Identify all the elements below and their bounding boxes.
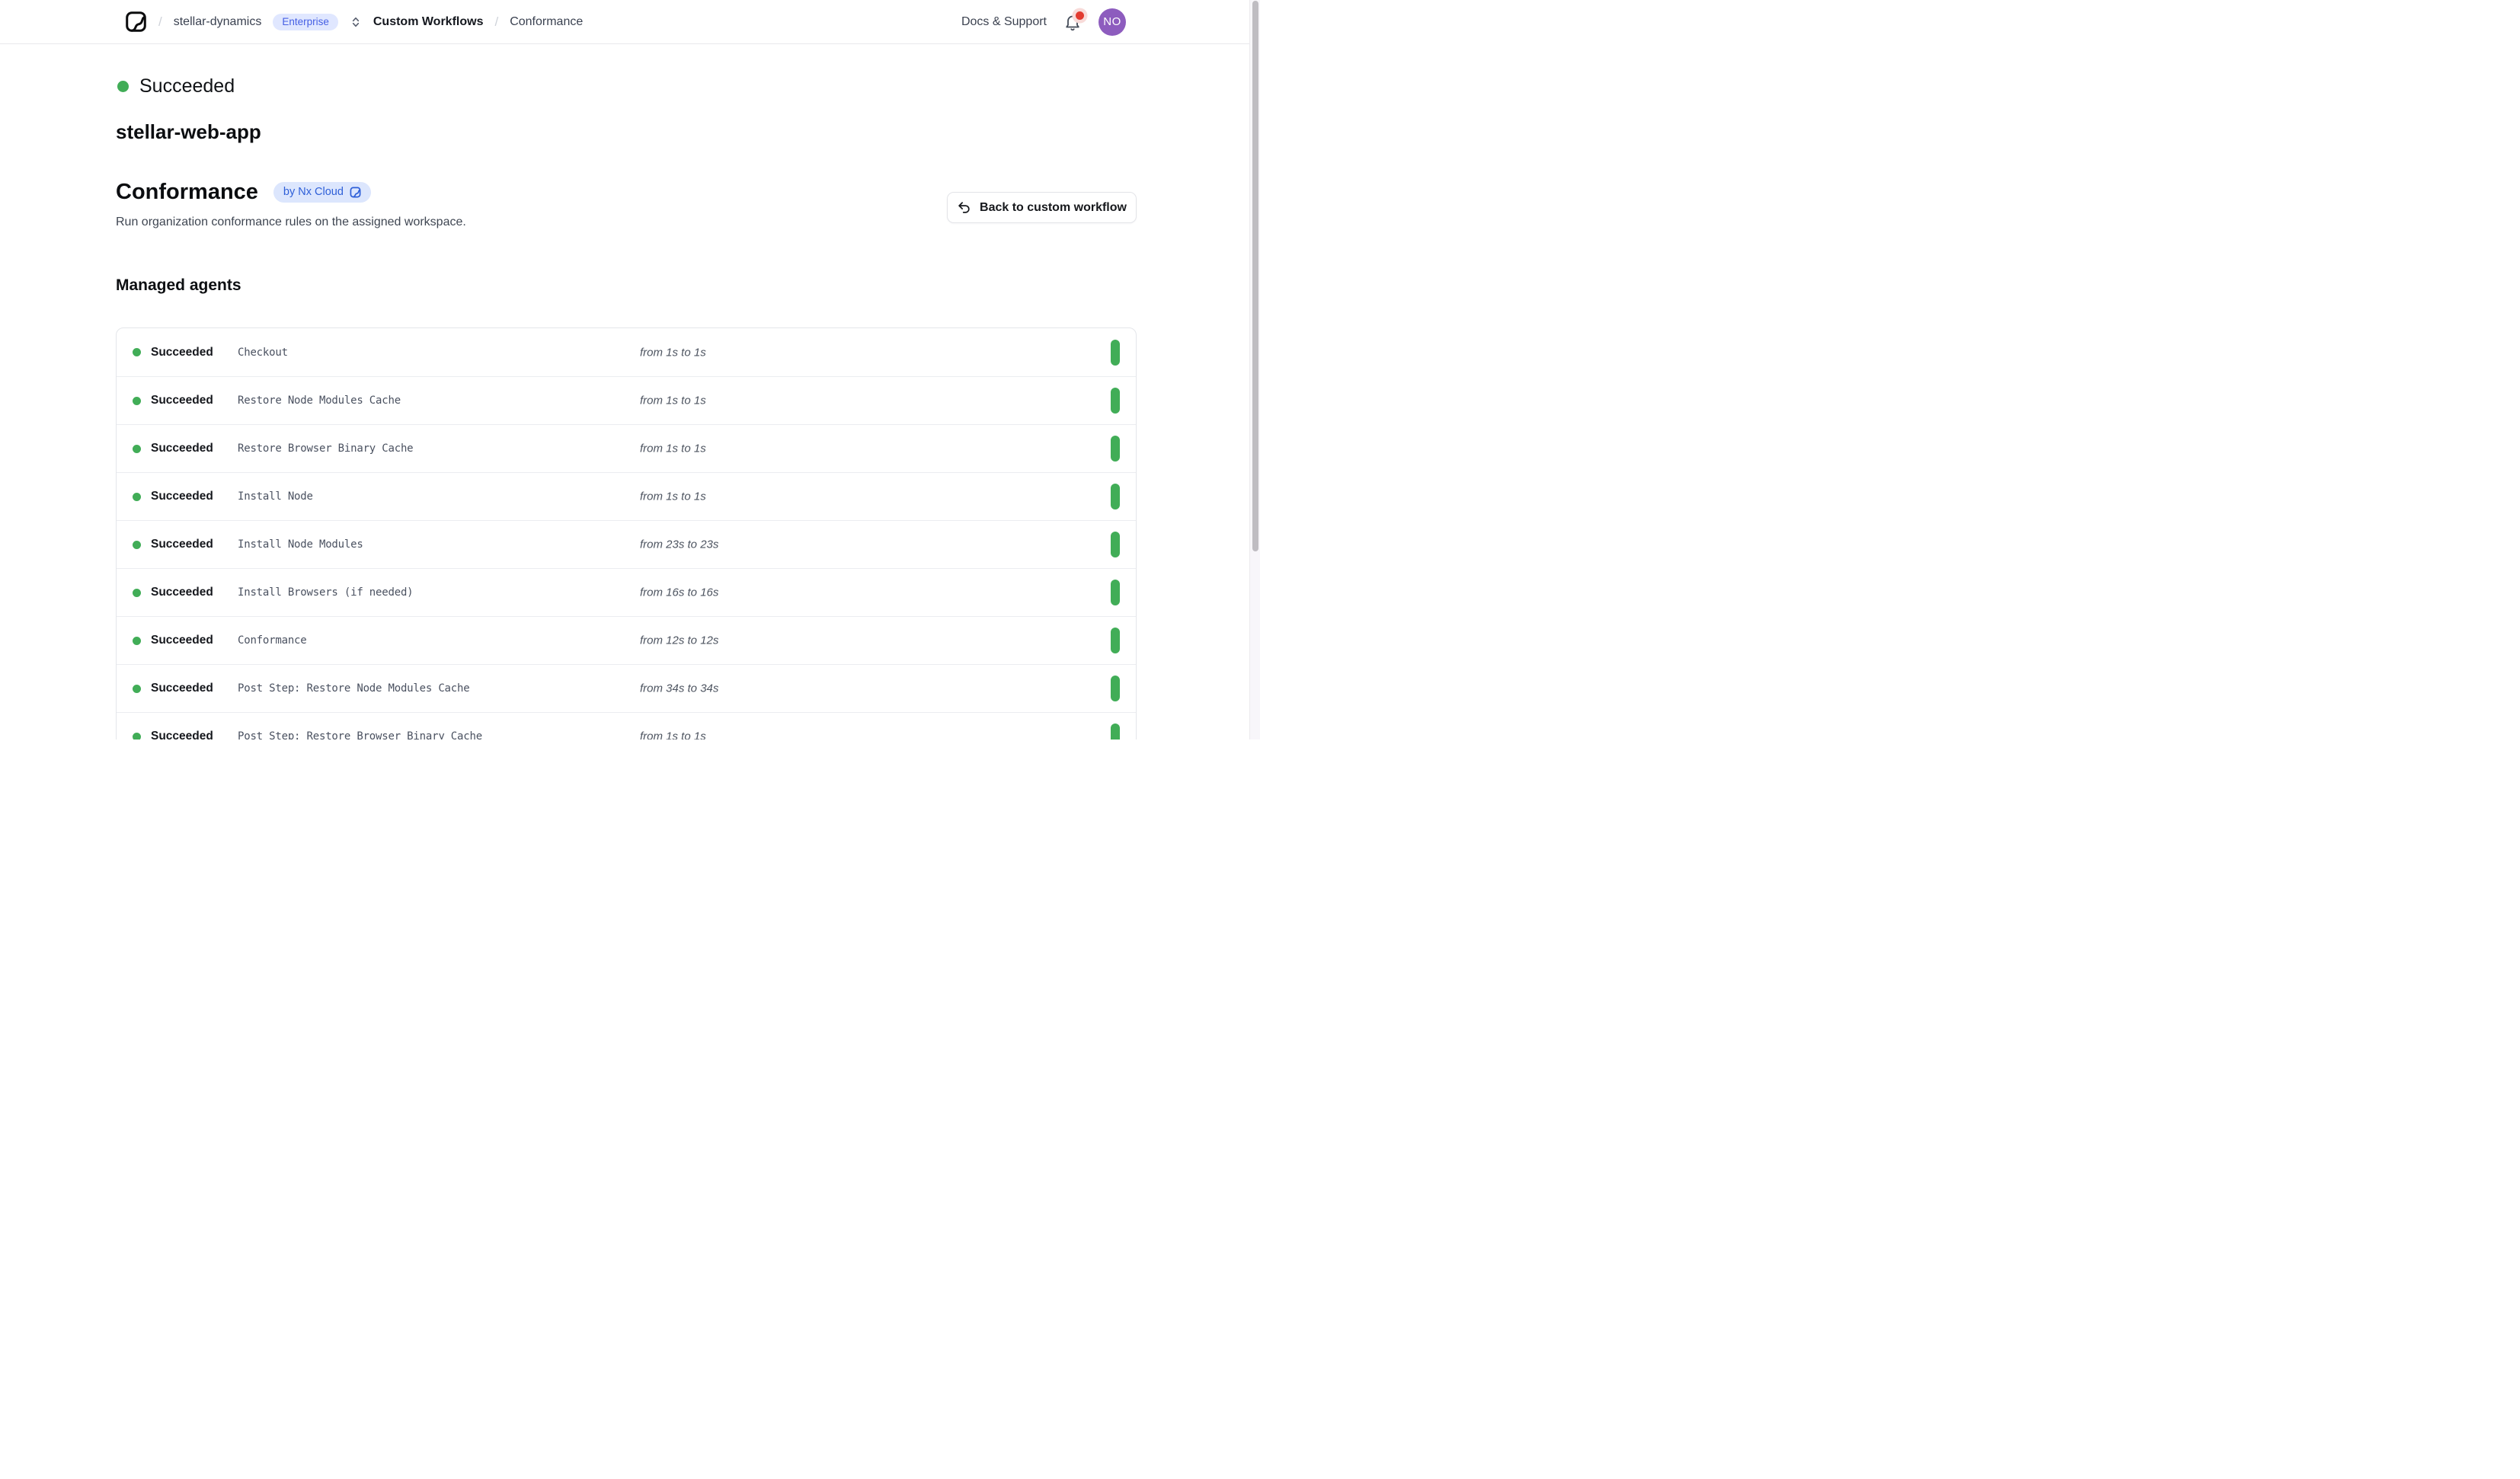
agent-step-row[interactable]: Succeeded Restore Browser Binary Cache f… [117, 424, 1136, 472]
step-name: Post Step: Restore Node Modules Cache [238, 682, 469, 695]
user-avatar[interactable]: NO [1099, 8, 1126, 36]
step-status-label: Succeeded [151, 634, 213, 647]
step-timing: from 1s to 1s [640, 490, 706, 503]
step-duration-bar [1111, 724, 1120, 740]
scrollbar-track [1249, 0, 1260, 740]
step-name: Install Node Modules [238, 538, 363, 551]
step-status-label: Succeeded [151, 682, 213, 695]
row-status: Succeeded [133, 377, 213, 424]
step-status-label: Succeeded [151, 394, 213, 407]
agent-step-row[interactable]: Succeeded Restore Node Modules Cache fro… [117, 376, 1136, 424]
step-duration-bar [1111, 484, 1120, 510]
workspace-title: stellar-web-app [116, 120, 261, 144]
breadcrumb-separator: / [494, 14, 498, 30]
row-status: Succeeded [133, 473, 213, 520]
step-name: Conformance [238, 634, 307, 647]
status-dot-icon [117, 81, 129, 92]
undo-arrow-icon [957, 200, 971, 215]
row-status: Succeeded [133, 569, 213, 616]
breadcrumb-section[interactable]: Custom Workflows [373, 15, 484, 29]
step-status-label: Succeeded [151, 442, 213, 455]
status-dot-icon [133, 493, 141, 501]
by-nx-cloud-label: by Nx Cloud [283, 186, 344, 198]
step-duration-bar [1111, 340, 1120, 366]
nx-cloud-logo-icon[interactable] [125, 11, 147, 33]
managed-agents-title: Managed agents [116, 276, 241, 295]
agent-step-row[interactable]: Succeeded Install Browsers (if needed) f… [117, 568, 1136, 616]
workflow-status-label: Succeeded [139, 75, 235, 97]
nx-cloud-badge-icon [350, 187, 361, 198]
section-head: Conformance by Nx Cloud [116, 180, 371, 205]
step-name: Post Step: Restore Browser Binary Cache [238, 730, 482, 740]
by-nx-cloud-badge[interactable]: by Nx Cloud [273, 182, 371, 203]
step-duration-bar [1111, 532, 1120, 557]
top-nav: / stellar-dynamics Enterprise Custom Wor… [0, 0, 1250, 44]
agent-step-row[interactable]: Succeeded Post Step: Restore Browser Bin… [117, 712, 1136, 740]
step-status-label: Succeeded [151, 490, 213, 503]
step-timing: from 34s to 34s [640, 682, 718, 695]
step-status-label: Succeeded [151, 730, 213, 740]
docs-support-link[interactable]: Docs & Support [961, 15, 1047, 29]
agent-step-row[interactable]: Succeeded Post Step: Restore Node Module… [117, 664, 1136, 712]
row-status: Succeeded [133, 617, 213, 664]
step-duration-bar [1111, 436, 1120, 462]
step-name: Install Node [238, 490, 313, 503]
step-timing: from 1s to 1s [640, 395, 706, 407]
scrollbar-thumb[interactable] [1252, 1, 1258, 551]
step-timing: from 23s to 23s [640, 538, 718, 551]
status-dot-icon [133, 541, 141, 549]
section-title: Conformance [116, 180, 258, 205]
back-button-label: Back to custom workflow [980, 201, 1127, 215]
back-to-custom-workflow-button[interactable]: Back to custom workflow [947, 192, 1137, 223]
status-dot-icon [133, 589, 141, 597]
step-duration-bar [1111, 580, 1120, 605]
agent-step-row[interactable]: Succeeded Checkout from 1s to 1s [117, 328, 1136, 376]
step-status-label: Succeeded [151, 538, 213, 551]
step-status-label: Succeeded [151, 346, 213, 359]
step-duration-bar [1111, 628, 1120, 653]
step-name: Restore Browser Binary Cache [238, 442, 413, 455]
row-status: Succeeded [133, 665, 213, 712]
row-status: Succeeded [133, 328, 213, 376]
unread-notification-dot [1076, 11, 1084, 20]
step-timing: from 16s to 16s [640, 586, 718, 599]
status-dot-icon [133, 733, 141, 740]
step-timing: from 1s to 1s [640, 346, 706, 359]
status-dot-icon [133, 348, 141, 356]
step-timing: from 12s to 12s [640, 634, 718, 647]
step-name: Install Browsers (if needed) [238, 586, 413, 599]
nav-right: Docs & Support NO [961, 8, 1126, 36]
workspace-switcher-icon[interactable] [350, 14, 362, 30]
step-timing: from 1s to 1s [640, 730, 706, 740]
breadcrumb-separator: / [158, 14, 162, 30]
step-duration-bar [1111, 388, 1120, 414]
page: / stellar-dynamics Enterprise Custom Wor… [0, 0, 1260, 740]
workflow-status: Succeeded [117, 75, 235, 97]
status-dot-icon [133, 637, 141, 645]
step-timing: from 1s to 1s [640, 442, 706, 455]
row-status: Succeeded [133, 521, 213, 568]
agent-step-row[interactable]: Succeeded Conformance from 12s to 12s [117, 616, 1136, 664]
breadcrumb-page[interactable]: Conformance [510, 15, 583, 29]
step-duration-bar [1111, 676, 1120, 701]
breadcrumb-org[interactable]: stellar-dynamics [174, 15, 262, 29]
status-dot-icon [133, 397, 141, 405]
row-status: Succeeded [133, 713, 213, 740]
notifications-bell-icon[interactable] [1063, 12, 1082, 32]
managed-agents-card: Succeeded Checkout from 1s to 1s Succeed… [116, 327, 1137, 740]
agent-step-row[interactable]: Succeeded Install Node from 1s to 1s [117, 472, 1136, 520]
row-status: Succeeded [133, 425, 213, 472]
plan-badge: Enterprise [273, 14, 338, 30]
status-dot-icon [133, 685, 141, 693]
section-description: Run organization conformance rules on th… [116, 216, 466, 229]
step-name: Checkout [238, 347, 288, 359]
step-name: Restore Node Modules Cache [238, 395, 401, 407]
agent-step-row[interactable]: Succeeded Install Node Modules from 23s … [117, 520, 1136, 568]
step-status-label: Succeeded [151, 586, 213, 599]
status-dot-icon [133, 445, 141, 453]
